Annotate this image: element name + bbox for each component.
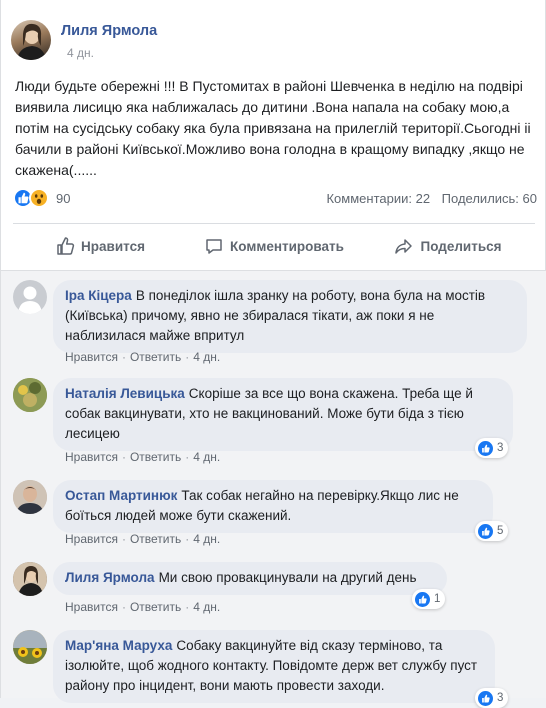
divider (13, 223, 535, 224)
post-header: Лиля Ярмола 4 дн. (11, 14, 531, 64)
commenter-name[interactable]: Остап Мартинюк (65, 488, 177, 503)
comment-like-link[interactable]: Нравится (65, 600, 118, 614)
comment-reply-link[interactable]: Ответить (130, 350, 181, 364)
comment-meta: Нравится · Ответить · 4 дн. (65, 450, 221, 464)
author-name[interactable]: Лиля Ярмола (61, 23, 157, 39)
commenter-avatar[interactable] (13, 480, 47, 514)
post-actions: Нравится Комментировать Поделиться (13, 229, 535, 263)
post-text: Люди будьте обережні !!! В Пустомитах в … (15, 78, 531, 178)
like-icon (478, 523, 493, 539)
commenter-avatar[interactable] (13, 562, 47, 596)
comment-bubble: Іра Кіцера В понеділок ішла зранку на роб… (53, 280, 527, 353)
like-button-label: Нравится (81, 238, 145, 254)
like-icon (478, 440, 493, 456)
comment-meta: Нравится · Ответить · 4 дн. (65, 350, 221, 364)
commenter-name[interactable]: Лиля Ярмола (65, 570, 155, 585)
author-photo (17, 23, 46, 60)
commenter-name[interactable]: Наталія Левицька (65, 386, 185, 401)
commenter-photo (13, 480, 47, 514)
commenter-name[interactable]: Іра Кіцера (65, 288, 132, 303)
post-stats: Комментарии: 22 Поделились: 60 (324, 191, 537, 206)
thumbs-up-icon (57, 237, 75, 255)
comment-bubble: Мар'яна Маруха Собаку вакцинуйте від сказ… (53, 630, 495, 703)
comment-like-link[interactable]: Нравится (65, 350, 118, 364)
share-button[interactable]: Поделиться (361, 229, 535, 263)
comment-bubble: Остап Мартинюк Так собак негайно на перев… (53, 480, 493, 533)
comment-like-count[interactable]: 3 (475, 688, 509, 708)
commenter-photo (13, 562, 47, 596)
default-avatar-icon (18, 286, 42, 314)
comment-time[interactable]: 4 дн. (193, 532, 220, 546)
comment-bubble: Наталія Левицька Скоріше за все що вона с… (53, 378, 513, 451)
shares-count[interactable]: Поделились: 60 (442, 191, 537, 206)
comment-text: Ми свою провакцинували на другий день (158, 570, 417, 585)
comment-reply-link[interactable]: Ответить (130, 532, 181, 546)
commenter-avatar[interactable] (13, 280, 47, 314)
commenter-avatar[interactable] (13, 378, 47, 412)
comments-count[interactable]: Комментарии: 22 (326, 191, 430, 206)
wow-reaction-icon[interactable] (29, 188, 49, 208)
reactions-bar: 90 Комментарии: 22 Поделились: 60 (13, 188, 537, 212)
comment-button-label: Комментировать (230, 238, 344, 254)
post-timestamp[interactable]: 4 дн. (67, 46, 94, 60)
comment-reply-link[interactable]: Ответить (130, 450, 181, 464)
post-card: Лиля Ярмола 4 дн. Люди будьте обережні !… (0, 0, 546, 708)
comment-like-count[interactable]: 3 (475, 438, 509, 458)
comment-meta: Нравится · Ответить · 4 дн. (65, 600, 221, 614)
reactions-count[interactable]: 90 (56, 191, 70, 206)
comment-time[interactable]: 4 дн. (193, 350, 220, 364)
commenter-name[interactable]: Мар'яна Маруха (65, 638, 172, 653)
comment-meta: Нравится · Ответить · 4 дн. (65, 532, 221, 546)
author-avatar[interactable] (11, 20, 51, 60)
commenter-avatar[interactable] (13, 630, 47, 664)
comment-button[interactable]: Комментировать (187, 229, 361, 263)
comment-like-count[interactable]: 5 (475, 521, 509, 541)
commenter-photo (13, 378, 47, 412)
comment-time[interactable]: 4 дн. (193, 450, 220, 464)
commenter-photo (13, 630, 47, 664)
like-button[interactable]: Нравится (13, 229, 187, 263)
comment-icon (206, 239, 222, 254)
comment-like-link[interactable]: Нравится (65, 532, 118, 546)
like-icon (415, 591, 430, 607)
comment-like-count[interactable]: 1 (412, 589, 446, 609)
share-button-label: Поделиться (420, 238, 502, 254)
like-icon (478, 690, 493, 706)
comment-reply-link[interactable]: Ответить (130, 600, 181, 614)
comment-time[interactable]: 4 дн. (193, 600, 220, 614)
comment-like-link[interactable]: Нравится (65, 450, 118, 464)
share-icon (395, 239, 413, 254)
comment-bubble: Лиля Ярмола Ми свою провакцинували на дру… (53, 562, 447, 595)
